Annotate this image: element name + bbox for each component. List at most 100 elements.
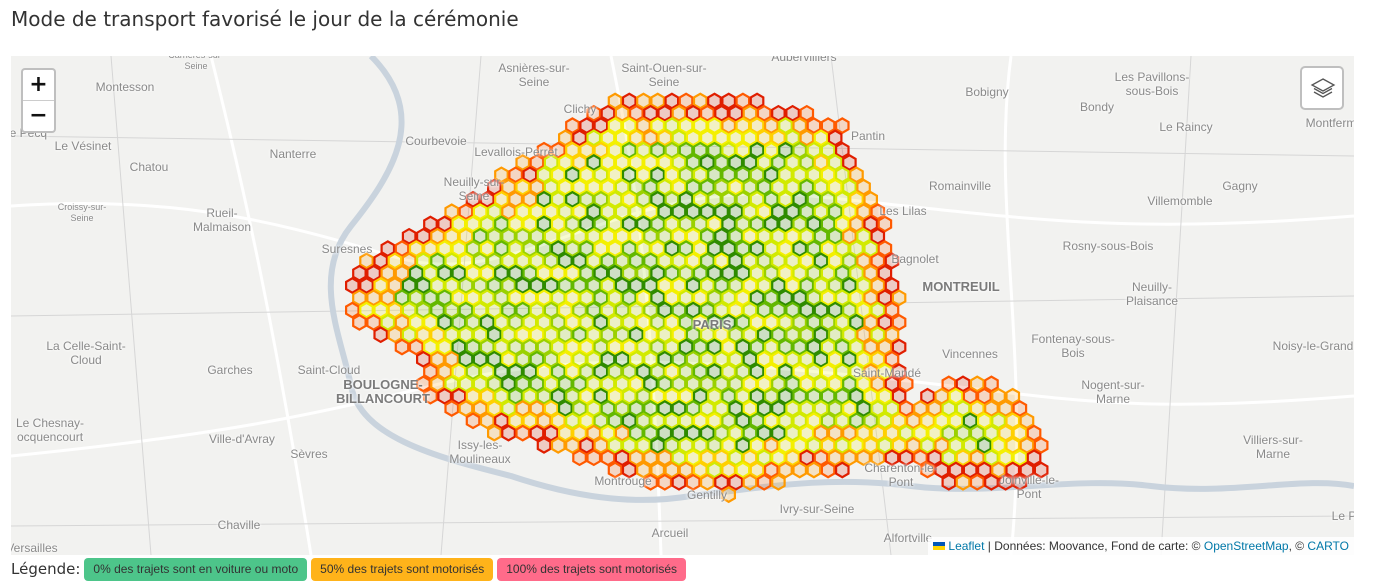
hex-cell [948,436,964,454]
hex-cell [749,363,765,381]
hex-cell [600,301,616,319]
hex-cell [643,129,658,147]
hex-cell [714,375,729,393]
hex-cell [579,190,595,208]
hex-cell [692,215,708,233]
hex-cell [863,313,879,331]
hex-cell [550,363,566,381]
hex-cell [643,301,658,319]
hex-cell [444,375,460,393]
map-container[interactable]: Carrières-sur-Seine Asnières-sur-Seine Sai… [11,56,1354,555]
hex-cell [352,313,367,331]
hex-cell [763,313,779,331]
hex-cell [565,215,580,233]
hex-cell [735,363,751,381]
carto-link[interactable]: CARTO [1307,539,1349,553]
hex-cell [565,412,580,430]
hex-cell [572,154,587,171]
hex-cell [813,277,829,294]
hex-cell [699,203,715,221]
place-label-joinville: Joinville-le- Pont [998,473,1060,501]
hex-cell [607,436,623,454]
hex-cell [430,350,445,368]
hex-cell [863,436,879,454]
hex-cell [742,449,758,467]
hex-cell [494,338,509,356]
hex-cell [650,436,666,454]
hex-cell [856,301,871,319]
hex-cell [657,203,673,221]
hex-cell [771,375,786,393]
hex-cell [721,363,737,381]
hex-cell [813,301,829,319]
hex-cell [941,375,957,393]
hex-cell [501,400,516,417]
hex-cell [948,461,964,479]
hex-cell [557,375,573,393]
place-label-chaville: Chaville [217,518,261,532]
hex-cell [842,350,857,368]
hex-cell [565,264,580,282]
hex-cell [678,240,694,258]
hex-cell [827,424,843,442]
leaflet-link[interactable]: Leaflet [948,539,984,553]
hex-cell [742,375,758,393]
hex-cell [508,412,523,430]
hex-cell [948,387,964,405]
hex-cell [1019,412,1035,430]
hex-cell [842,178,857,196]
hex-cell [735,215,751,233]
layers-button[interactable] [1300,66,1344,110]
hex-cell [685,424,701,442]
hex-cell [636,240,651,258]
hex-cell [934,412,950,430]
hex-cell [515,203,531,221]
hex-cell [543,203,559,221]
hex-cell [501,326,516,344]
hex-cell [508,363,523,381]
hex-cell [785,252,800,270]
hex-cell [806,313,822,331]
hex-cell [799,203,815,221]
hex-cell [643,227,658,245]
hex-cell [1026,424,1042,442]
hex-cell [941,424,957,442]
hex-cell [849,313,864,331]
hex-cell [494,264,509,282]
hex-cell [593,141,609,159]
hex-cell [501,277,516,294]
hex-cell [465,264,481,282]
hex-cell [778,363,793,381]
hex-cell [628,154,644,171]
zoom-out-button[interactable]: − [23,100,54,131]
legend-item-100pct: 100% des trajets sont motorisés [497,557,686,581]
hex-cell [735,166,751,184]
zoom-control: + − [21,68,56,133]
hex-cell [352,264,367,282]
hex-cell [664,92,680,110]
hex-cell [856,227,871,245]
place-label-montfermeil: Montferm [1305,116,1354,130]
hex-cell [465,215,481,233]
hex-cell [827,178,843,196]
place-label-paris: PARIS [692,317,732,332]
hex-cell [785,129,800,147]
hex-cell [834,240,850,258]
hex-cell [650,338,666,356]
hex-cell [749,338,765,356]
osm-link[interactable]: OpenStreetMap [1204,539,1289,553]
hex-cell [806,141,822,159]
hex-cell [699,350,715,368]
hex-cell [643,449,658,467]
hex-cell [628,400,644,417]
attribution: Leaflet | Données: Moovance, Fond de car… [928,537,1354,555]
hex-cell [664,215,680,233]
zoom-in-button[interactable]: + [23,70,54,100]
hex-cell [849,166,864,184]
hex-cell [508,166,523,184]
hex-cell [458,400,474,417]
place-label-romainville: Romainville [928,179,992,193]
place-label-la-celle: La Celle-Saint- Cloud [46,339,126,367]
hex-cell [827,203,843,221]
hex-cell [628,252,644,270]
